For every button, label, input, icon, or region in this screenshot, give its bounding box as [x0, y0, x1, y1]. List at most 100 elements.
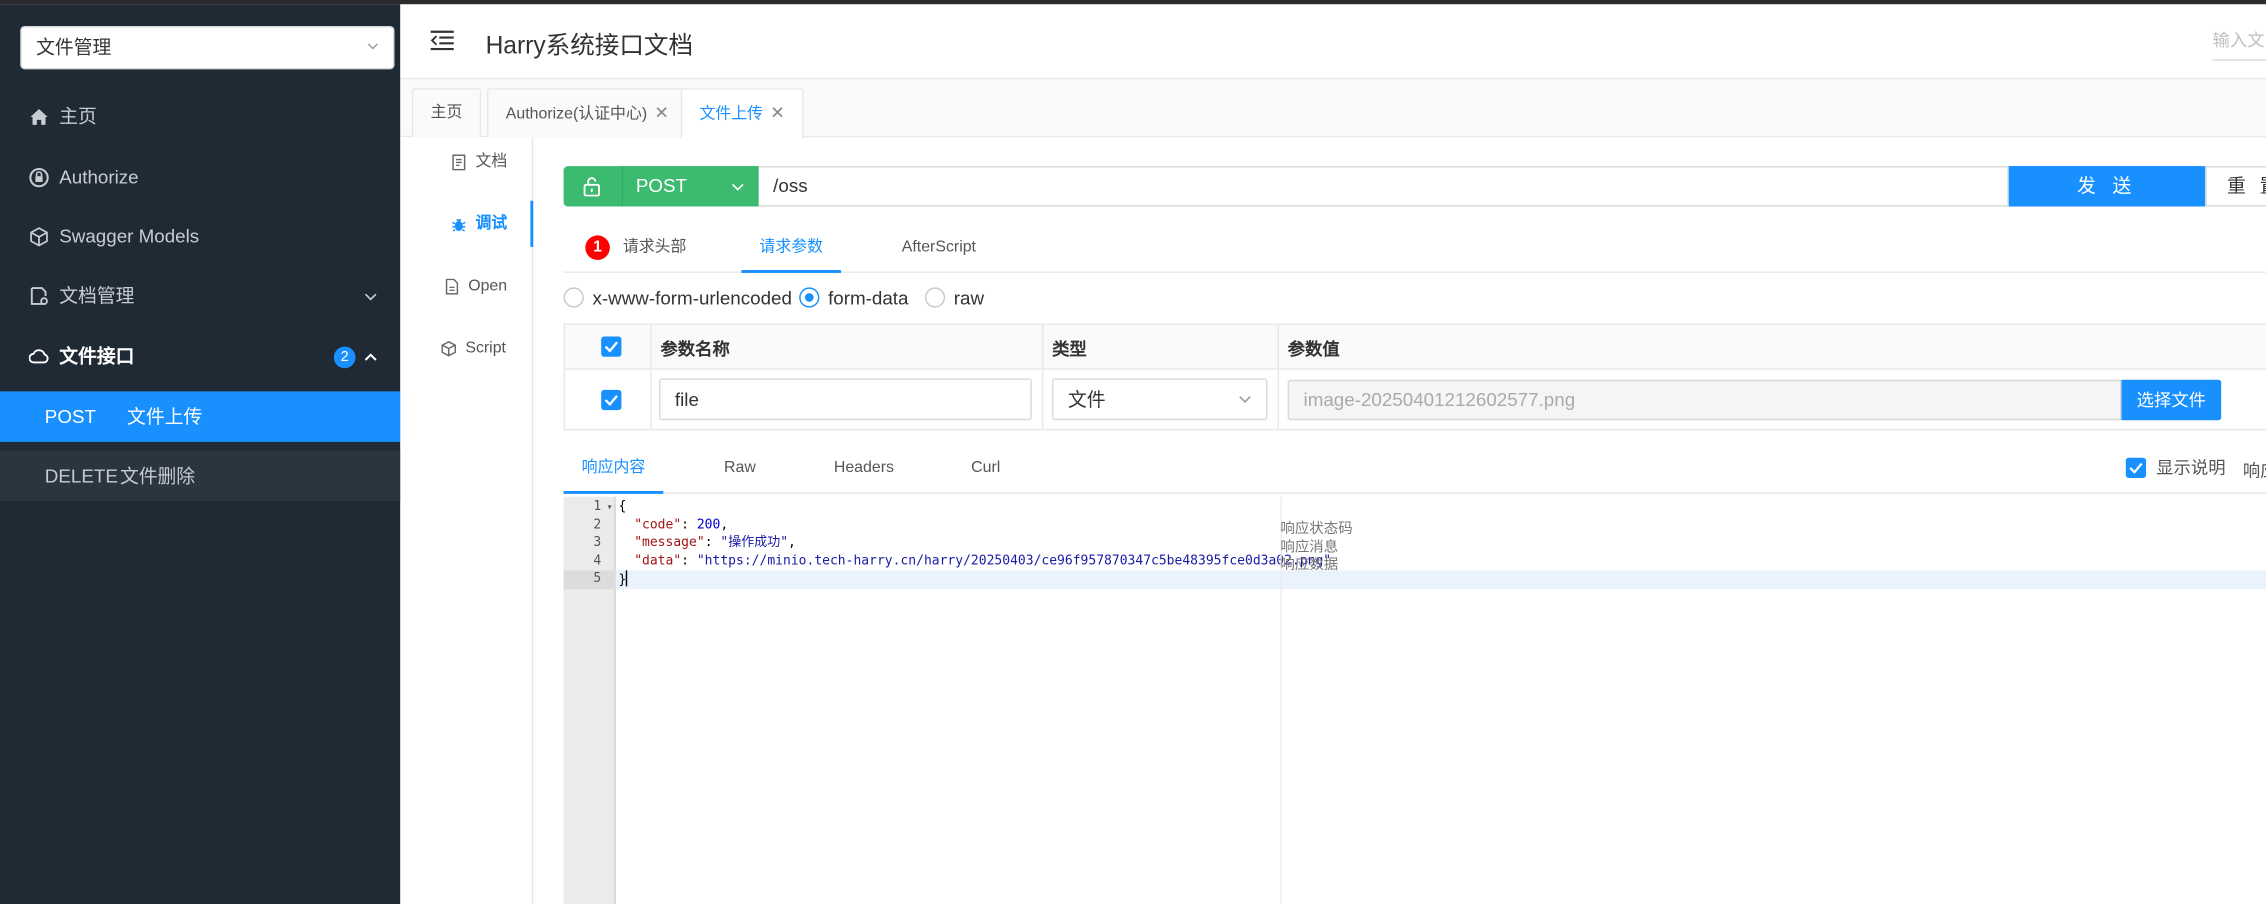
- tab-response-raw[interactable]: Raw: [724, 446, 756, 494]
- chevron-down-icon: [364, 293, 377, 301]
- column-header-name: 参数名称: [660, 339, 730, 360]
- line-number: 4: [593, 553, 602, 569]
- home-icon: [30, 109, 48, 125]
- menu-fold-icon[interactable]: [429, 29, 455, 52]
- show-description-checkbox[interactable]: [2125, 457, 2147, 478]
- line-number: 2: [593, 517, 602, 533]
- json-message-value: "操作成功": [720, 535, 789, 551]
- side-tab-label: Open: [468, 277, 508, 295]
- close-icon[interactable]: ✕: [770, 90, 785, 138]
- param-type-select[interactable]: 文件: [1052, 378, 1268, 421]
- tab-file-upload[interactable]: 文件上传 ✕: [680, 88, 804, 139]
- tab-response-curl[interactable]: Curl: [971, 446, 1000, 494]
- header: Harry系统接口文档 输入文: [400, 4, 2266, 80]
- radio-button[interactable]: [924, 287, 946, 308]
- sidebar-sub-item-upload[interactable]: POST 文件上传: [0, 391, 401, 442]
- cube-icon: [30, 227, 48, 247]
- param-type-value: 文件: [1067, 388, 1106, 411]
- cloud-icon: [28, 349, 49, 364]
- bug-icon: [452, 218, 466, 232]
- sidebar-item-label: Authorize: [59, 166, 139, 188]
- row-checkbox[interactable]: [601, 389, 622, 411]
- close-icon[interactable]: ✕: [654, 90, 669, 138]
- sidebar-item-label: 文档管理: [59, 284, 135, 307]
- tab-label: AfterScript: [901, 238, 976, 256]
- check-icon: [2129, 462, 2143, 474]
- lock-icon: [29, 167, 49, 188]
- choose-file-button[interactable]: 选择文件: [2121, 379, 2222, 421]
- side-tab-doc[interactable]: 文档: [400, 139, 533, 185]
- search-input[interactable]: 输入文: [2212, 27, 2266, 61]
- url-input[interactable]: /oss: [758, 166, 2009, 207]
- method-label: POST: [44, 405, 96, 428]
- sidebar-item-label: 文件接口: [59, 345, 135, 367]
- field-description: 响应数据: [1280, 557, 1339, 574]
- tab-home[interactable]: 主页: [411, 88, 482, 138]
- endpoint-name: 文件删除: [119, 464, 196, 487]
- line-number: 3: [593, 535, 602, 551]
- tab-label: Raw: [724, 459, 756, 477]
- method-label: DELETE: [44, 464, 118, 487]
- tab-authorize[interactable]: Authorize(认证中心) ✕: [487, 88, 688, 138]
- tab-label: 主页: [430, 103, 463, 122]
- sidebar-item-doc-management[interactable]: 文档管理: [0, 267, 400, 325]
- sidebar: 文件管理 主页 Authorize Swagger Models 文档管理 文件…: [0, 4, 401, 904]
- param-name-input[interactable]: file: [658, 378, 1032, 421]
- url-value: /oss: [773, 174, 808, 197]
- param-value-input[interactable]: image-20250401212602577.png: [1287, 379, 2122, 421]
- tab-request-headers[interactable]: 1 请求头部: [564, 224, 709, 273]
- request-tabs: 1 请求头部 请求参数 AfterScript: [563, 224, 2266, 273]
- chevron-down-icon: [731, 183, 744, 191]
- document-settings-icon: [30, 287, 48, 305]
- sidebar-item-swagger-models[interactable]: Swagger Models: [0, 208, 400, 266]
- response-editor[interactable]: 1 ▾ 2 3 4 5 { "code": 200, "message": "操作…: [563, 496, 2266, 904]
- side-tab-label: 文档: [475, 153, 508, 171]
- group-select-value: 文件管理: [36, 36, 112, 58]
- tab-response-headers[interactable]: Headers: [834, 446, 894, 494]
- param-name-value: file: [674, 388, 699, 411]
- sidebar-item-file-api[interactable]: 文件接口 2: [0, 328, 400, 386]
- endpoint-name: 文件上传: [127, 405, 203, 428]
- tab-after-script[interactable]: AfterScript: [902, 224, 976, 273]
- chevron-down-icon: [367, 43, 378, 50]
- method-value: POST: [635, 174, 688, 197]
- search-placeholder: 输入文: [2212, 30, 2265, 51]
- side-tab-debug[interactable]: 调试: [400, 200, 534, 247]
- unlock-icon: [583, 177, 600, 197]
- tab-response-content[interactable]: 响应内容: [563, 446, 664, 494]
- app-title: Harry系统接口文档: [485, 31, 694, 60]
- tab-label: 请求头部: [622, 238, 687, 256]
- select-all-checkbox[interactable]: [601, 336, 622, 357]
- reset-button[interactable]: 重 置: [2205, 166, 2266, 207]
- sidebar-item-home[interactable]: 主页: [0, 88, 400, 146]
- tab-request-params[interactable]: 请求参数: [741, 224, 842, 273]
- sidebar-item-authorize[interactable]: Authorize: [0, 149, 400, 207]
- check-icon: [604, 394, 618, 406]
- error-count-badge: 1: [585, 235, 610, 260]
- side-tab-label: Script: [465, 339, 506, 357]
- count-badge: 2: [333, 346, 356, 369]
- radio-button[interactable]: [563, 287, 584, 308]
- group-select[interactable]: 文件管理: [20, 25, 395, 70]
- fold-arrow-icon[interactable]: ▾: [607, 498, 613, 516]
- side-tab-script[interactable]: Script: [400, 325, 533, 371]
- param-value: image-20250401212602577.png: [1303, 388, 1576, 411]
- column-header-type: 类型: [1052, 339, 1087, 360]
- method-select[interactable]: POST: [621, 166, 759, 207]
- tab-label: Curl: [971, 459, 1001, 477]
- auth-lock-button[interactable]: [563, 166, 622, 207]
- page-tab-bar: 主页 Authorize(认证中心) ✕ 文件上传 ✕: [400, 80, 2266, 139]
- radio-button[interactable]: [799, 287, 820, 308]
- column-header-value: 参数值: [1287, 339, 1340, 360]
- send-button[interactable]: 发 送: [2008, 166, 2206, 207]
- side-tab-open[interactable]: Open: [400, 263, 533, 309]
- radio-label: form-data: [828, 287, 909, 310]
- tab-label: Authorize(认证中心): [505, 105, 648, 123]
- line-number: 1: [593, 499, 602, 515]
- text-cursor: [626, 570, 628, 587]
- tab-label: Headers: [833, 459, 894, 477]
- tab-label: 请求参数: [759, 238, 824, 256]
- sidebar-sub-item-delete[interactable]: DELETE 文件删除: [0, 450, 401, 502]
- line-number: 5: [593, 571, 602, 587]
- check-icon: [604, 341, 618, 353]
